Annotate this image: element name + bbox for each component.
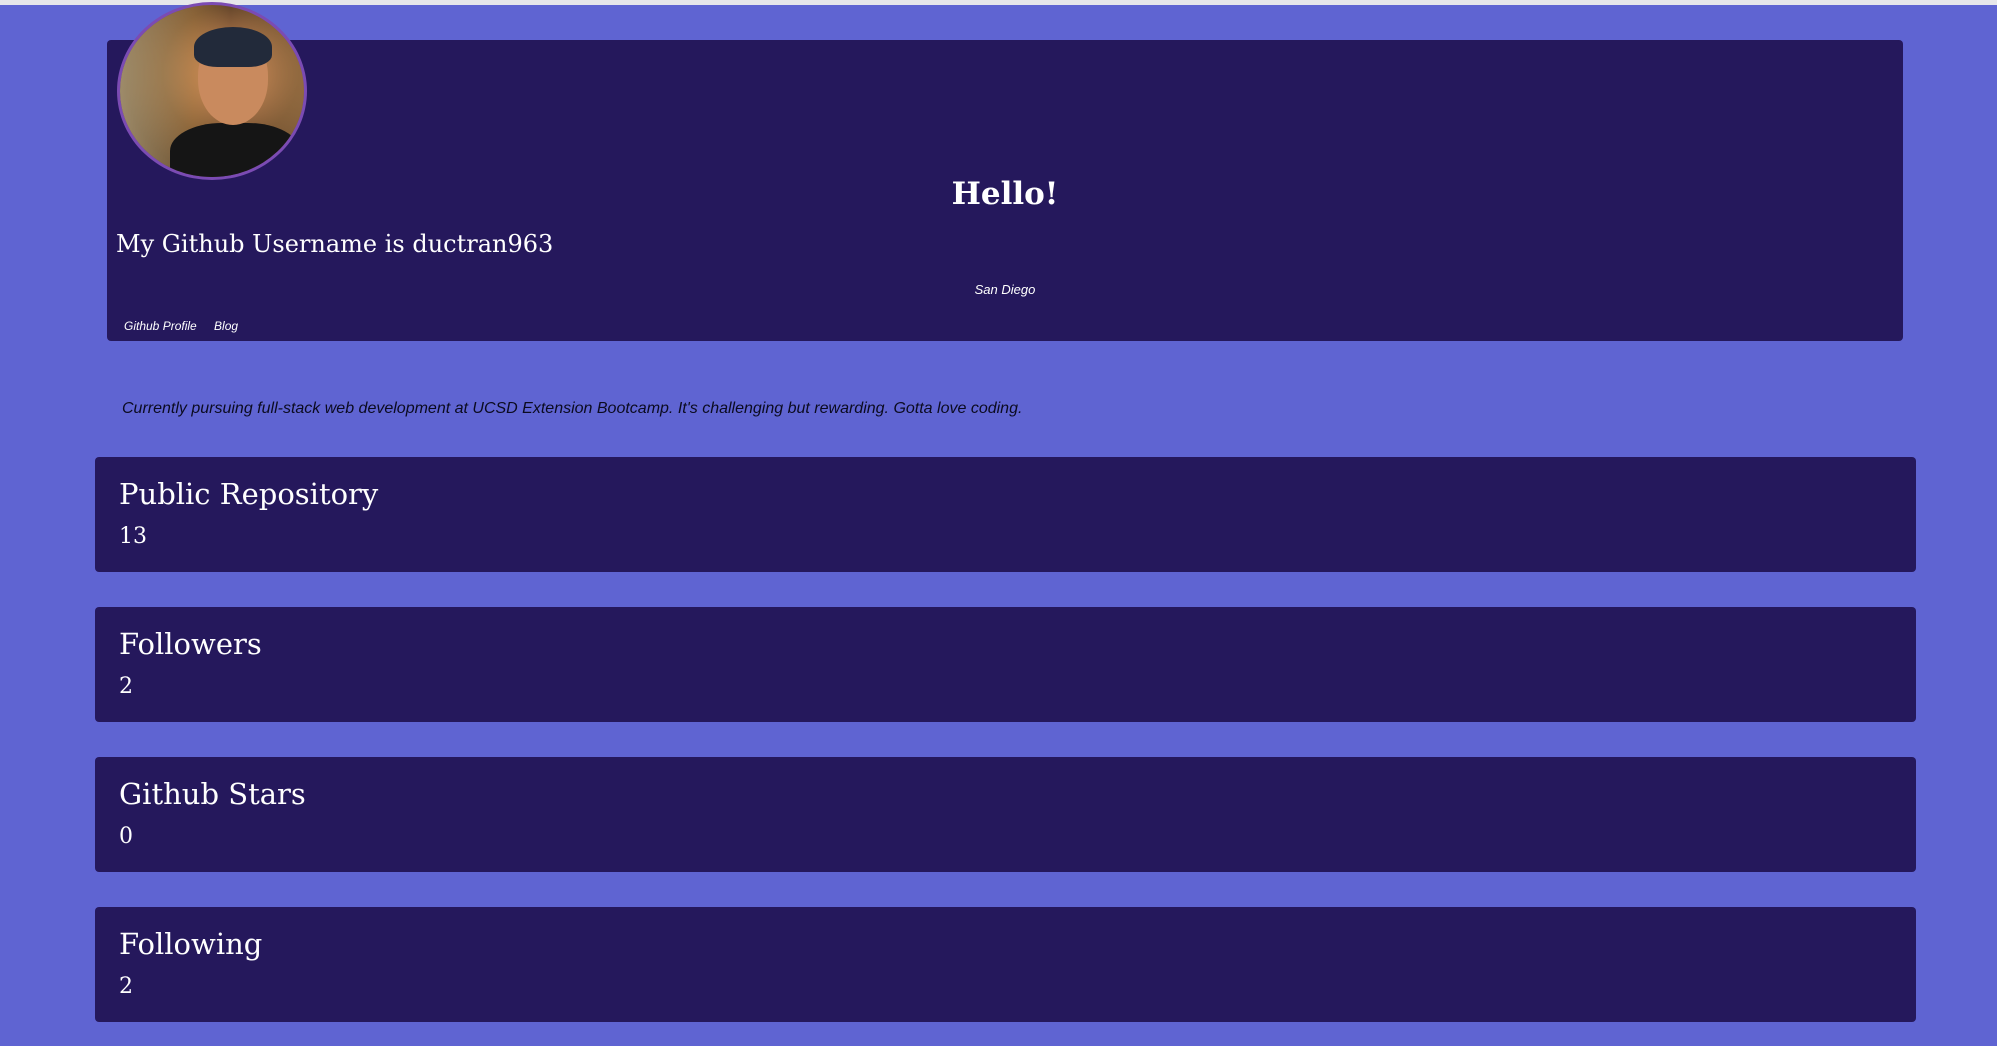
following-label: Following <box>119 927 263 961</box>
followers-card: Followers 2 <box>95 607 1916 722</box>
github-profile-link[interactable]: Github Profile <box>124 319 197 333</box>
profile-header: Hello! My Github Username is ductran963 … <box>107 2 1903 341</box>
blog-link[interactable]: Blog <box>214 319 238 333</box>
public-repository-card: Public Repository 13 <box>95 457 1916 572</box>
greeting-heading: Hello! <box>951 176 1059 212</box>
location-text: San Diego <box>974 282 1036 297</box>
avatar-shirt <box>170 123 300 177</box>
public-repository-count: 13 <box>119 524 147 549</box>
following-count: 2 <box>119 974 133 999</box>
profile-links: Github Profile Blog <box>124 319 252 333</box>
github-stars-count: 0 <box>119 824 133 849</box>
profile-avatar <box>117 2 307 180</box>
avatar-hair <box>194 27 272 67</box>
username-heading: My Github Username is ductran963 <box>116 230 554 258</box>
public-repository-label: Public Repository <box>119 477 379 511</box>
following-card: Following 2 <box>95 907 1916 1022</box>
github-stars-label: Github Stars <box>119 777 306 811</box>
followers-label: Followers <box>119 627 262 661</box>
github-stars-card: Github Stars 0 <box>95 757 1916 872</box>
followers-count: 2 <box>119 674 133 699</box>
bio-text: Currently pursuing full-stack web develo… <box>122 400 1023 417</box>
